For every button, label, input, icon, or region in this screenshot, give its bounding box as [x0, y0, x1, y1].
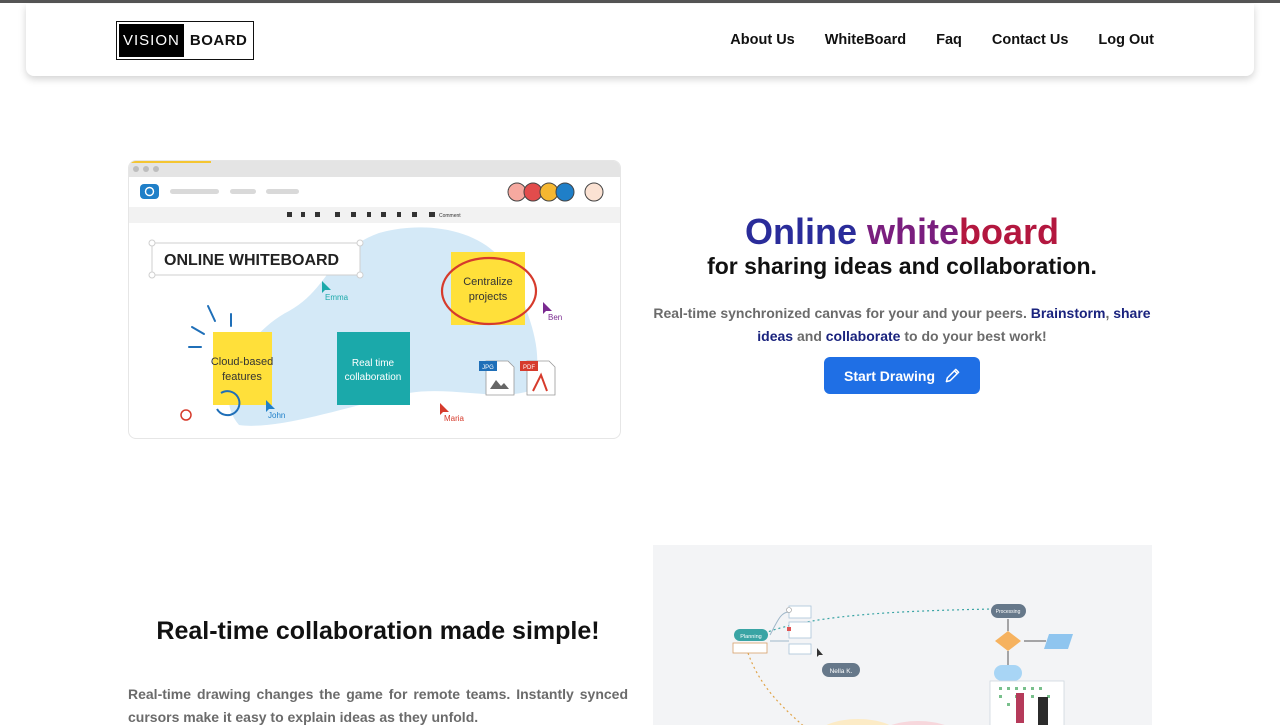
window-top-border — [0, 0, 1280, 3]
nav-whiteboard[interactable]: WhiteBoard — [825, 32, 906, 48]
section2-description: Real-time drawing changes the game for r… — [128, 686, 628, 725]
collaboration-diagram-svg: Planning Nella K. Processing — [732, 604, 1073, 725]
note-centralize-line1: Centralize — [463, 276, 513, 288]
diagram-cursor-icon — [817, 648, 823, 657]
nav-log-out[interactable]: Log Out — [1098, 32, 1154, 48]
node-processing-label: Processing — [996, 609, 1021, 615]
start-drawing-button[interactable]: Start Drawing — [823, 357, 980, 394]
logo-text-vision: VISION — [119, 24, 184, 57]
hero-desc-part: and — [793, 328, 826, 344]
logo-text-board: BOARD — [189, 32, 248, 49]
nav-about-us[interactable]: About Us — [730, 32, 794, 48]
app-chat-icon — [140, 184, 159, 199]
hero-title: Online whiteboard — [640, 212, 1164, 252]
cursor-label-john: John — [268, 411, 285, 420]
hero-title-word-3: board — [959, 211, 1060, 252]
note-realtime-line2: collaboration — [345, 372, 402, 383]
sticky-note-cloud — [213, 332, 272, 405]
nav-faq[interactable]: Faq — [936, 32, 962, 48]
start-drawing-label: Start Drawing — [843, 367, 935, 384]
hero-title-word-1: Online — [744, 211, 857, 252]
nav-menu: About Us WhiteBoard Faq Contact Us Log O… — [730, 4, 1154, 76]
cursor-label-emma: Emma — [325, 293, 349, 302]
note-centralize-line2: projects — [469, 291, 508, 303]
section2-title: Real-time collaboration made simple! — [156, 617, 600, 645]
node-data — [1044, 634, 1073, 649]
svg-text:JPG: JPG — [482, 365, 494, 371]
navbar: VISION BOARD About Us WhiteBoard Faq Con… — [26, 4, 1254, 76]
node-terminal — [994, 665, 1022, 681]
hero-desc-collaborate: collaborate — [825, 328, 901, 344]
illustration-heading: ONLINE WHITEBOARD — [164, 252, 339, 269]
whiteboard-illustration-svg: Comment ONLINE WHITEBOARD Centralize pro… — [129, 161, 620, 426]
vision-board-logo[interactable]: VISION BOARD — [116, 21, 254, 60]
cursor-label-ben: Ben — [548, 313, 562, 322]
pencil-icon — [945, 368, 960, 383]
hero-subtitle: for sharing ideas and collaboration. — [707, 253, 1097, 279]
whiteboard-illustration: Comment ONLINE WHITEBOARD Centralize pro… — [128, 160, 621, 439]
hero-section: Online whiteboard for sharing ideas and … — [640, 212, 1164, 394]
toolbar-comment-label: Comment — [439, 213, 461, 219]
svg-text:PDF: PDF — [523, 365, 535, 371]
note-realtime-line1: Real time — [352, 358, 395, 369]
hero-desc-brainstorm: Brainstorm — [1030, 305, 1106, 321]
node-planning-label: Planning — [740, 634, 761, 640]
hero-description: Real-time synchronized canvas for your a… — [640, 302, 1164, 348]
note-cloud-line1: Cloud-based — [211, 356, 273, 368]
hero-desc-part: Real-time synchronized canvas for your a… — [653, 305, 1031, 321]
node-decision — [995, 631, 1021, 651]
user-tag-nella-label: Nella K. — [830, 668, 853, 675]
hero-desc-part: to do your best work! — [900, 328, 1047, 344]
note-cloud-line2: features — [222, 371, 262, 383]
hero-title-word-2: white — [867, 211, 960, 252]
nav-contact-us[interactable]: Contact Us — [992, 32, 1069, 48]
collaborator-avatars — [507, 182, 604, 202]
cursor-label-maria: Maria — [444, 414, 465, 423]
collaboration-diagram-image: Planning Nella K. Processing — [653, 545, 1152, 725]
